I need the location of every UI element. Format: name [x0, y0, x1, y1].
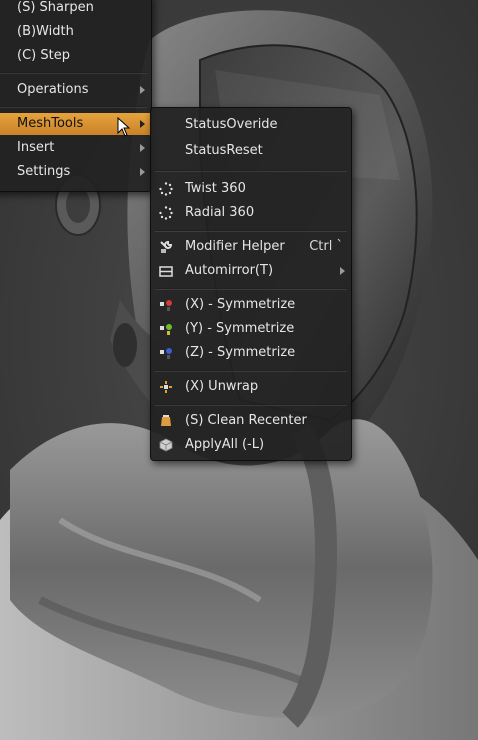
submenu-item-radial-360[interactable]: Radial 360 [151, 202, 351, 224]
menu-separator [155, 404, 347, 406]
submenu-item-clean-recenter[interactable]: (S) Clean Recenter [151, 410, 351, 432]
twist-360-label: Twist 360 [185, 181, 246, 196]
width-label: (B)Width [17, 24, 74, 39]
symmetrize-z-label: (Z) - Symmetrize [185, 345, 296, 360]
submenu-item-symmetrize-y[interactable]: (Y) - Symmetrize [151, 318, 351, 340]
menu-item-operations[interactable]: Operations [0, 79, 151, 101]
submenu-arrow-icon [140, 168, 145, 176]
menu-separator [155, 288, 347, 290]
menu-separator [0, 106, 147, 108]
status-reset-label: StatusReset [185, 143, 263, 158]
mirror-box-icon [159, 264, 173, 278]
menu-separator [155, 230, 347, 232]
step-label: (C) Step [17, 48, 70, 63]
status-overide-label: StatusOveride [185, 117, 278, 132]
submenu-item-status-reset[interactable]: StatusReset [151, 140, 351, 162]
spin-dots-icon [159, 182, 173, 196]
unwrap-label: (X) Unwrap [185, 379, 259, 394]
symmetrize-x-label: (X) - Symmetrize [185, 297, 296, 312]
menu-item-step[interactable]: (C) Step [0, 45, 151, 67]
symmetrize-x-icon [159, 298, 173, 312]
modifier-wrench-icon [159, 240, 173, 254]
submenu-arrow-icon [140, 120, 145, 128]
symmetrize-z-icon [159, 346, 173, 360]
submenu-item-symmetrize-x[interactable]: (X) - Symmetrize [151, 294, 351, 316]
spin-dots-icon [159, 206, 173, 220]
meshtools-submenu: StatusOveride StatusReset Twist 360 Radi… [150, 107, 352, 461]
submenu-arrow-icon [140, 86, 145, 94]
menu-item-insert[interactable]: Insert [0, 137, 151, 159]
submenu-arrow-icon [340, 267, 345, 275]
submenu-item-status-overide[interactable]: StatusOveride [151, 114, 351, 136]
unwrap-icon [159, 380, 173, 394]
menu-separator [155, 370, 347, 372]
apply-all-label: ApplyAll (-L) [185, 437, 265, 452]
menu-item-width[interactable]: (B)Width [0, 21, 151, 43]
submenu-item-apply-all[interactable]: ApplyAll (-L) [151, 434, 351, 456]
meshtools-label: MeshTools [17, 116, 84, 131]
symmetrize-y-label: (Y) - Symmetrize [185, 321, 295, 336]
submenu-item-modifier-helper[interactable]: Modifier Helper Ctrl ` [151, 236, 351, 258]
submenu-item-automirror[interactable]: Automirror(T) [151, 260, 351, 282]
modifier-helper-shortcut: Ctrl ` [309, 239, 343, 254]
submenu-item-symmetrize-z[interactable]: (Z) - Symmetrize [151, 342, 351, 364]
clean-recenter-icon [159, 414, 173, 428]
automirror-label: Automirror(T) [185, 263, 274, 278]
symmetrize-y-icon [159, 322, 173, 336]
submenu-item-twist-360[interactable]: Twist 360 [151, 178, 351, 200]
insert-label: Insert [17, 140, 55, 155]
menu-separator [0, 72, 147, 74]
modifier-helper-label: Modifier Helper [185, 239, 285, 254]
settings-label: Settings [17, 164, 71, 179]
menu-item-sharpen[interactable]: (S) Sharpen [0, 0, 151, 19]
menu-separator [155, 170, 347, 172]
apply-all-cube-icon [159, 438, 173, 452]
submenu-arrow-icon [140, 144, 145, 152]
operations-label: Operations [17, 82, 89, 97]
submenu-item-unwrap[interactable]: (X) Unwrap [151, 376, 351, 398]
main-menu: (S) Sharpen (B)Width (C) Step Operations… [0, 0, 152, 192]
mouse-cursor-icon [117, 117, 131, 137]
clean-recenter-label: (S) Clean Recenter [185, 413, 307, 428]
radial-360-label: Radial 360 [185, 205, 255, 220]
sharpen-label: (S) Sharpen [17, 0, 94, 15]
menu-item-settings[interactable]: Settings [0, 161, 151, 183]
